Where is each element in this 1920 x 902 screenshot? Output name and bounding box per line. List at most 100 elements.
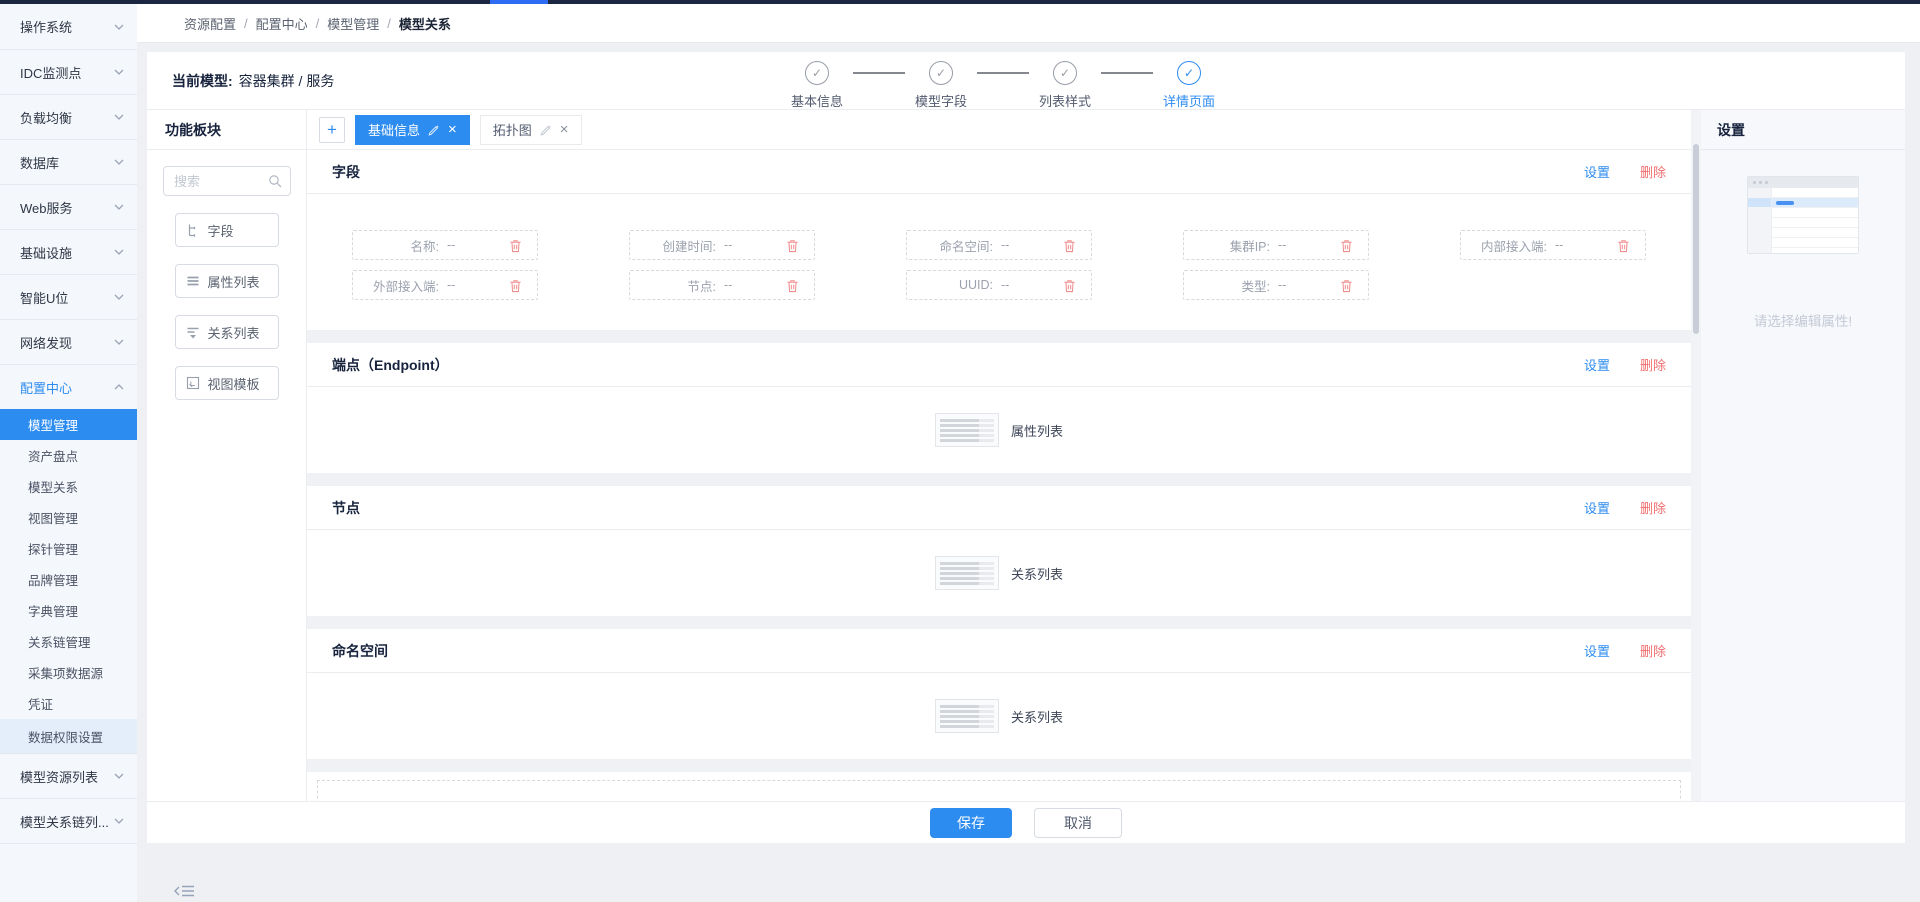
delete-icon[interactable] <box>1063 239 1076 253</box>
field-chip[interactable]: 命名空间: -- <box>906 230 1092 260</box>
sidebar-group-item[interactable]: 负载均衡 <box>0 94 137 139</box>
sidebar-group-item[interactable]: IDC监测点 <box>0 49 137 94</box>
sidebar-item-label: 智能U位 <box>20 288 68 307</box>
sidebar-group-item[interactable]: Web服务 <box>0 184 137 229</box>
stepper-step[interactable]: ✓模型字段 <box>913 61 969 110</box>
chevron-up-icon <box>114 384 124 390</box>
function-panel-item[interactable]: 视图模板 <box>175 366 279 400</box>
stepper-step-label: 基本信息 <box>791 91 843 110</box>
delete-icon[interactable] <box>786 279 799 293</box>
section-actions: 设置 删除 <box>1584 162 1666 181</box>
placeholder-label: 关系列表 <box>1011 707 1063 726</box>
field-chip[interactable]: 集群IP:-- <box>1183 230 1369 260</box>
delete-icon[interactable] <box>509 279 522 293</box>
settings-panel: 设置 请选择编辑属性! <box>1701 110 1905 801</box>
sidebar-sub-item[interactable]: 数据权限设置 <box>0 719 137 753</box>
section-header: 命名空间设置删除 <box>307 629 1691 673</box>
sidebar-sub-item[interactable]: 凭证 <box>0 688 137 719</box>
sidebar-group-item[interactable]: 模型关系链列... <box>0 798 137 843</box>
section-delete-link[interactable]: 删除 <box>1640 355 1666 374</box>
section-settings-link[interactable]: 设置 <box>1584 641 1610 660</box>
breadcrumb-item[interactable]: 配置中心 <box>256 14 308 33</box>
placeholder-widget[interactable]: 关系列表 <box>935 699 1063 733</box>
sidebar-group-item[interactable]: 配置中心 <box>0 364 137 409</box>
field-chip[interactable]: UUID:-- <box>906 270 1092 300</box>
placeholder-label: 关系列表 <box>1011 564 1063 583</box>
chevron-down-icon <box>114 339 124 345</box>
section-settings-link[interactable]: 设置 <box>1584 162 1610 181</box>
sidebar-sub-item[interactable]: 模型关系 <box>0 471 137 502</box>
sidebar-group-item[interactable]: 基础设施 <box>0 229 137 274</box>
delete-icon[interactable] <box>1340 239 1353 253</box>
function-panel-items: 字段属性列表关系列表视图模板 <box>147 196 306 400</box>
check-circle-icon: ✓ <box>929 61 953 85</box>
delete-icon[interactable] <box>1340 279 1353 293</box>
sidebar-sub-item[interactable]: 视图管理 <box>0 502 137 533</box>
close-icon[interactable]: × <box>448 122 457 137</box>
stepper-step[interactable]: ✓详情页面 <box>1161 61 1217 110</box>
function-panel-item[interactable]: 属性列表 <box>175 264 279 298</box>
breadcrumb-item[interactable]: 资源配置 <box>184 14 236 33</box>
section-delete-link[interactable]: 删除 <box>1640 162 1666 181</box>
chevron-down-icon <box>114 159 124 165</box>
sidebar-group-item[interactable]: 操作系统 <box>0 4 137 49</box>
sidebar-sub-item[interactable]: 资产盘点 <box>0 440 137 471</box>
stepper-step[interactable]: ✓基本信息 <box>789 61 845 110</box>
section-placeholder: 命名空间设置删除关系列表 <box>307 629 1691 759</box>
sidebar-sub-item[interactable]: 关系链管理 <box>0 626 137 657</box>
section-settings-link[interactable]: 设置 <box>1584 355 1610 374</box>
field-chip[interactable]: 内部接入端:-- <box>1460 230 1646 260</box>
function-panel-item[interactable]: 字段 <box>175 213 279 247</box>
stepper-step[interactable]: ✓列表样式 <box>1037 61 1093 110</box>
add-tab-button[interactable]: + <box>319 117 345 143</box>
vertical-scrollbar[interactable] <box>1691 110 1701 801</box>
view-template-icon <box>186 376 200 390</box>
section-partial <box>307 772 1691 801</box>
delete-icon[interactable] <box>1063 279 1076 293</box>
placeholder-widget[interactable]: 属性列表 <box>935 413 1063 447</box>
tab-item[interactable]: 拓扑图× <box>480 115 582 145</box>
field-value: -- <box>447 278 455 292</box>
section-body: 关系列表 <box>307 673 1691 759</box>
sidebar-group-item[interactable]: 智能U位 <box>0 274 137 319</box>
field-label: 命名空间: <box>907 236 993 255</box>
sidebar-sub-item[interactable]: 采集项数据源 <box>0 657 137 688</box>
tab-item[interactable]: 基础信息 × <box>355 115 470 145</box>
scrollbar-thumb[interactable] <box>1693 144 1699 334</box>
edit-icon[interactable] <box>540 124 552 136</box>
breadcrumb-item[interactable]: 模型关系 <box>399 14 451 33</box>
field-chip[interactable]: 节点:-- <box>629 270 815 300</box>
breadcrumb-item[interactable]: 模型管理 <box>327 14 379 33</box>
section-delete-link[interactable]: 删除 <box>1640 641 1666 660</box>
field-value: -- <box>724 238 732 252</box>
sidebar-group-item[interactable]: 网络发现 <box>0 319 137 364</box>
section-actions: 设置 删除 <box>1584 498 1666 517</box>
delete-icon[interactable] <box>1617 239 1630 253</box>
delete-icon[interactable] <box>786 239 799 253</box>
tab-label: 基础信息 <box>368 120 420 139</box>
field-value: -- <box>1001 238 1009 252</box>
placeholder-widget[interactable]: 关系列表 <box>935 556 1063 590</box>
function-panel-item[interactable]: 关系列表 <box>175 315 279 349</box>
collapse-sidebar-button[interactable] <box>172 884 196 899</box>
save-button[interactable]: 保存 <box>930 808 1012 838</box>
delete-icon[interactable] <box>509 239 522 253</box>
sidebar-sub-item[interactable]: 模型管理 <box>0 409 137 440</box>
edit-icon[interactable] <box>428 124 440 136</box>
field-chip[interactable]: 创建时间:-- <box>629 230 815 260</box>
section-settings-link[interactable]: 设置 <box>1584 498 1610 517</box>
sidebar-group-item[interactable]: 模型资源列表 <box>0 753 137 798</box>
field-label: 集群IP: <box>1184 236 1270 255</box>
function-panel-item-label: 字段 <box>208 221 234 240</box>
sidebar-sub-item[interactable]: 字典管理 <box>0 595 137 626</box>
close-icon[interactable]: × <box>560 122 569 137</box>
field-chip[interactable]: 外部接入端:-- <box>352 270 538 300</box>
field-chip[interactable]: 类型:-- <box>1183 270 1369 300</box>
cancel-button[interactable]: 取消 <box>1034 808 1122 838</box>
section-delete-link[interactable]: 删除 <box>1640 498 1666 517</box>
field-chip[interactable]: 名称:-- <box>352 230 538 260</box>
sidebar-sub-item[interactable]: 品牌管理 <box>0 564 137 595</box>
sidebar-item-label: IDC监测点 <box>20 63 81 82</box>
sidebar-group-item[interactable]: 数据库 <box>0 139 137 184</box>
sidebar-sub-item[interactable]: 探针管理 <box>0 533 137 564</box>
